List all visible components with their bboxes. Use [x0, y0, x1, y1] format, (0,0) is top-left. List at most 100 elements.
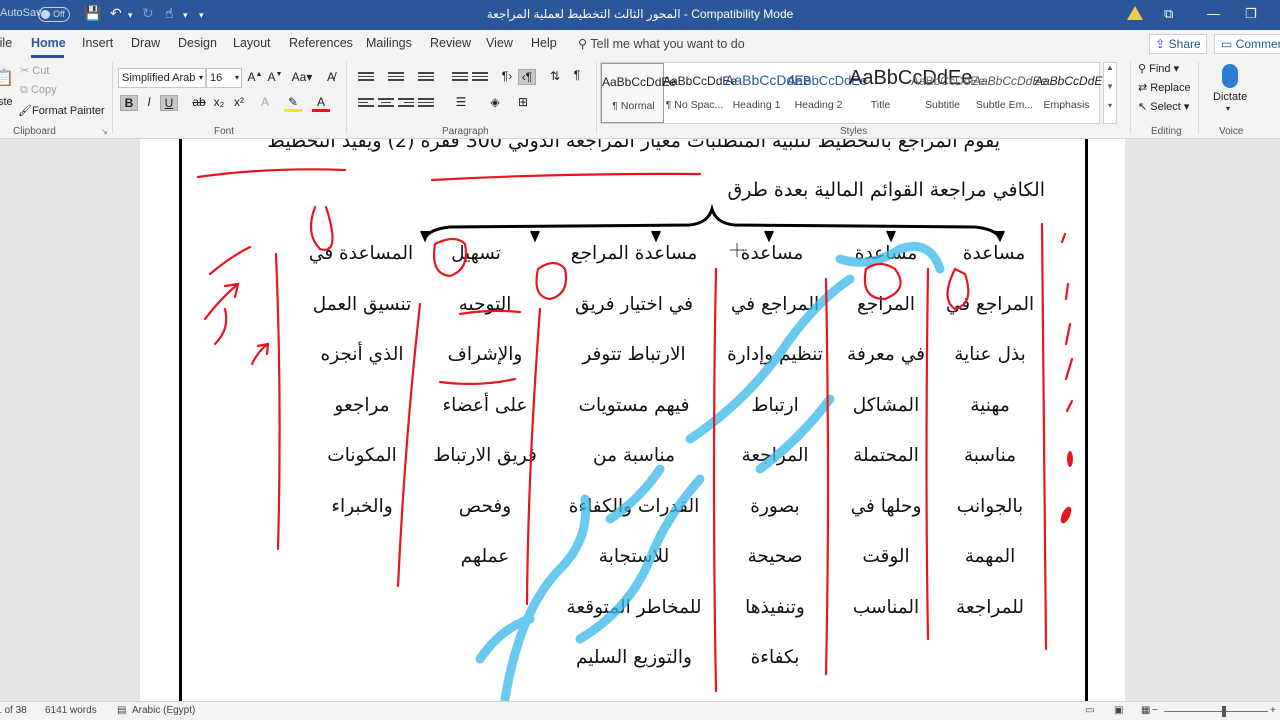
cut-button[interactable]: ✂ Cut [20, 64, 49, 77]
ribbon-display-options-icon[interactable]: ⧉ [1164, 6, 1173, 22]
copy-icon: ⧉ [20, 84, 31, 96]
undo-dropdown-icon[interactable]: ▾ [128, 10, 133, 21]
save-icon[interactable]: 💾 [84, 5, 101, 22]
select-button[interactable]: ↖ Select ▾ [1138, 100, 1189, 113]
undo-icon[interactable]: ↶ [110, 5, 122, 22]
shrink-font-icon[interactable]: A▼ [266, 70, 284, 84]
style-emphasis[interactable]: AaBbCcDdEe Emphasis [1035, 63, 1109, 123]
style-title[interactable]: AaBbCcDdEe Title [849, 63, 972, 123]
zoom-thumb[interactable] [1222, 706, 1226, 717]
web-layout-icon[interactable]: ▦ [1141, 705, 1150, 716]
numbering-icon[interactable] [388, 72, 404, 84]
grow-font-icon[interactable]: A▲ [246, 70, 264, 84]
font-size-box[interactable]: 16 ▾ [206, 68, 242, 88]
tab-insert[interactable]: Insert [82, 36, 113, 50]
justify-icon[interactable] [418, 98, 434, 110]
copy-button[interactable]: ⧉ Copy [20, 84, 57, 97]
rtl-direction-icon[interactable]: ‹¶ [518, 69, 536, 85]
print-layout-icon[interactable]: ▣ [1114, 705, 1123, 716]
maximize-icon[interactable]: ❐ [1245, 6, 1257, 22]
dictate-dropdown-icon[interactable]: ▾ [1226, 104, 1230, 113]
style-normal[interactable]: AaBbCcDdEe ¶ Normal [601, 63, 676, 123]
sort-icon[interactable]: ⇅ [546, 69, 564, 83]
word-count[interactable]: 6141 words [45, 705, 97, 716]
change-case-icon[interactable]: Aa▾ [290, 70, 314, 84]
style-preview: AaBbCcDdEe [725, 72, 812, 88]
divider-line [824, 277, 830, 676]
subscript-button[interactable]: x₂ [210, 95, 228, 109]
microphone-icon[interactable] [1222, 64, 1238, 88]
multilevel-list-icon[interactable] [418, 72, 434, 84]
paste-label[interactable]: ste [0, 96, 13, 108]
proofing-icon[interactable]: ▤ [117, 705, 126, 716]
increase-indent-icon[interactable] [472, 72, 488, 84]
tab-review[interactable]: Review [430, 36, 471, 50]
customize-qat-icon[interactable]: ▾ [199, 10, 204, 21]
style-heading-1[interactable]: AaBbCcDdEe Heading 1 [725, 63, 812, 123]
clipboard-launcher-icon[interactable]: ↘ [101, 127, 108, 136]
tell-me-box[interactable]: ⚲ Tell me what you want to do [578, 36, 745, 51]
zoom-out-icon[interactable]: − [1152, 705, 1158, 716]
paste-icon[interactable]: 📋 [0, 68, 14, 88]
find-button[interactable]: ⚲ Find ▾ [1138, 62, 1179, 75]
highlight-color-icon[interactable]: ✎ [284, 95, 302, 112]
tab-file[interactable]: File [0, 36, 12, 50]
line-spacing-icon[interactable]: ☰ [452, 95, 470, 109]
document-area[interactable]: يقوم المراجع بالتخطيط لتلبية المتطلبات م… [0, 139, 1280, 701]
style-subtitle[interactable]: AaBbCcDdEe Subtitle [911, 63, 985, 123]
copy-label: Copy [30, 84, 57, 96]
format-painter-button[interactable]: 🖌Format Painter [18, 104, 105, 117]
focus-icon[interactable]: ▭ [1085, 705, 1094, 716]
tab-view[interactable]: View [486, 36, 513, 50]
tab-home[interactable]: Home [31, 36, 66, 50]
text-effects-icon[interactable]: A [256, 95, 274, 109]
tab-help[interactable]: Help [531, 36, 557, 50]
underline-tawjih [458, 309, 522, 316]
borders-icon[interactable]: ⊞ [514, 95, 532, 109]
bold-button[interactable]: B [120, 95, 138, 111]
underline-button[interactable]: U [160, 95, 178, 111]
replace-button[interactable]: ⇄ Replace [1138, 81, 1191, 94]
scroll-up-icon[interactable]: ▲ [1104, 63, 1116, 72]
show-marks-button[interactable]: ¶ [568, 68, 586, 82]
font-color-icon[interactable]: A [312, 95, 330, 112]
redo-icon[interactable]: ↻ [142, 5, 154, 22]
strikethrough-button[interactable]: ab [190, 95, 208, 109]
zoom-slider[interactable] [1164, 711, 1268, 712]
zoom-in-icon[interactable]: + [1270, 705, 1276, 716]
tab-layout[interactable]: Layout [233, 36, 271, 50]
clear-formatting-icon[interactable]: A̸ [322, 70, 340, 84]
touch-dropdown-icon[interactable]: ▾ [183, 10, 188, 21]
align-right-icon[interactable] [398, 98, 414, 110]
move-cursor-icon [730, 243, 744, 257]
style-no-spacing[interactable]: AaBbCcDdEe ¶ No Spac... [663, 63, 737, 123]
dictate-button[interactable]: Dictate [1213, 91, 1247, 103]
touch-mode-icon[interactable]: ☝ [165, 5, 174, 22]
tab-design[interactable]: Design [178, 36, 217, 50]
font-name-box[interactable]: Simplified Arab ▾ [118, 68, 206, 88]
warning-icon[interactable] [1127, 6, 1143, 20]
superscript-button[interactable]: x² [230, 95, 248, 109]
styles-scroll[interactable]: ▲ ▼ ▾ [1103, 62, 1117, 124]
share-button[interactable]: ⇪ Share [1149, 34, 1207, 54]
tab-references[interactable]: References [289, 36, 353, 50]
style-subtle-emphasis[interactable]: AaBbCcDdEe Subtle Em... [973, 63, 1047, 123]
align-left-icon[interactable] [358, 98, 374, 110]
decrease-indent-icon[interactable] [452, 72, 468, 84]
circle-number-4 [432, 237, 468, 278]
language[interactable]: Arabic (Egypt) [132, 705, 195, 716]
autosave-toggle[interactable]: Off [38, 7, 70, 22]
italic-button[interactable]: I [140, 95, 158, 109]
more-styles-icon[interactable]: ▾ [1104, 101, 1116, 110]
align-center-icon[interactable] [378, 98, 394, 110]
page-count[interactable]: Page 1 of 38 [0, 705, 27, 716]
tab-mailings[interactable]: Mailings [366, 36, 412, 50]
shading-icon[interactable]: ◈ [486, 95, 504, 109]
style-heading-2[interactable]: AaBbCcDdEe Heading 2 [787, 63, 867, 123]
minimize-icon[interactable]: — [1207, 6, 1220, 21]
comments-button[interactable]: ▭ Comments [1214, 34, 1280, 54]
bullets-icon[interactable] [358, 72, 374, 84]
ltr-direction-icon[interactable]: ¶› [498, 69, 516, 83]
scroll-down-icon[interactable]: ▼ [1104, 82, 1116, 91]
tab-draw[interactable]: Draw [131, 36, 160, 50]
